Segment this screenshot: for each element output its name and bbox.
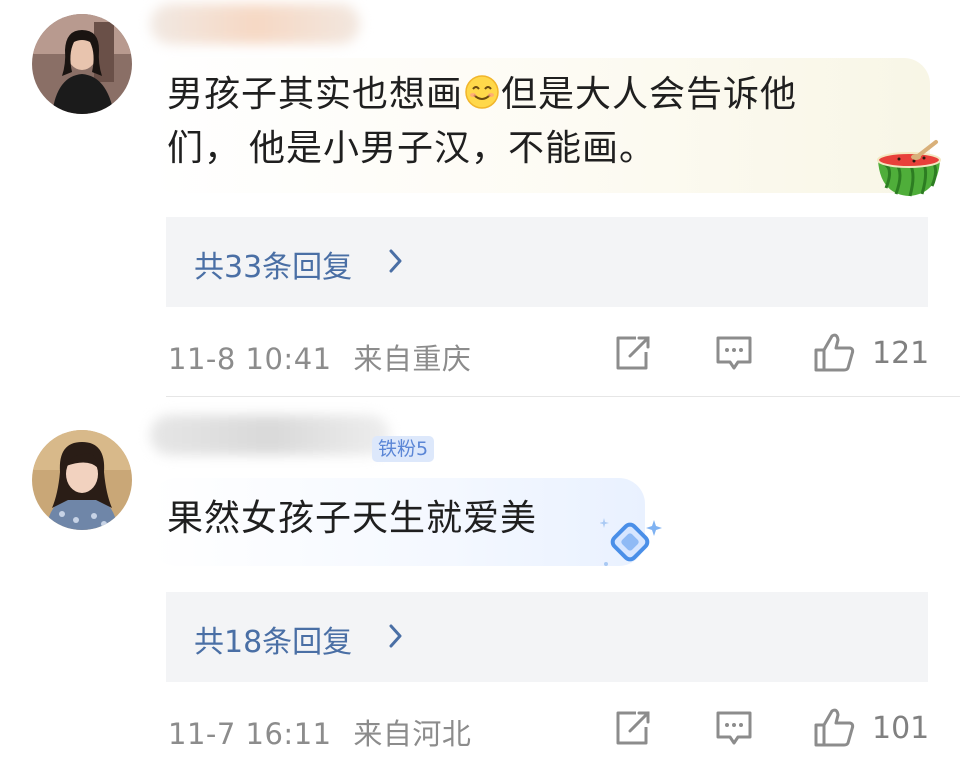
comment-icon[interactable] xyxy=(714,709,754,753)
fan-badge[interactable]: 铁粉5 xyxy=(372,436,435,462)
chevron-right-icon xyxy=(389,249,402,273)
comment-date: 11-7 16:11 xyxy=(168,717,332,751)
avatar[interactable] xyxy=(32,14,132,114)
comment-meta: 11-7 16:11 来自河北 xyxy=(168,711,471,753)
like-count: 121 xyxy=(872,336,930,371)
comment-meta: 11-8 10:41 来自重庆 xyxy=(168,336,471,378)
comment-location: 来自河北 xyxy=(353,717,472,751)
reply-thread-button[interactable]: 共33条回复 xyxy=(166,217,928,307)
comment-date: 11-8 10:41 xyxy=(168,342,332,376)
comment-icon[interactable] xyxy=(714,334,754,378)
reply-count-label: 共33条回复 xyxy=(194,250,353,285)
comment-location: 来自重庆 xyxy=(353,342,472,376)
smile-emoji-icon xyxy=(464,72,500,109)
blurred-username[interactable] xyxy=(150,4,360,44)
share-icon[interactable] xyxy=(612,709,652,753)
diamond-sticker-icon xyxy=(599,516,664,576)
comment-text: 男孩子其实也想画 但是大人会告诉他 们， 他是小男子汉，不能画。 xyxy=(167,72,798,169)
thumbs-up-icon[interactable] xyxy=(812,330,856,378)
chevron-right-icon xyxy=(389,624,402,648)
reply-thread-button[interactable]: 共18条回复 xyxy=(166,592,928,682)
thumbs-up-icon[interactable] xyxy=(812,705,856,753)
avatar[interactable] xyxy=(32,430,132,530)
reply-count-label: 共18条回复 xyxy=(194,625,353,660)
divider xyxy=(166,396,960,397)
comment-text: 果然女孩子天生就爱美 xyxy=(167,498,538,539)
watermelon-icon xyxy=(874,138,944,206)
like-count: 101 xyxy=(872,711,930,746)
share-icon[interactable] xyxy=(612,334,652,378)
blurred-username[interactable] xyxy=(150,415,390,455)
